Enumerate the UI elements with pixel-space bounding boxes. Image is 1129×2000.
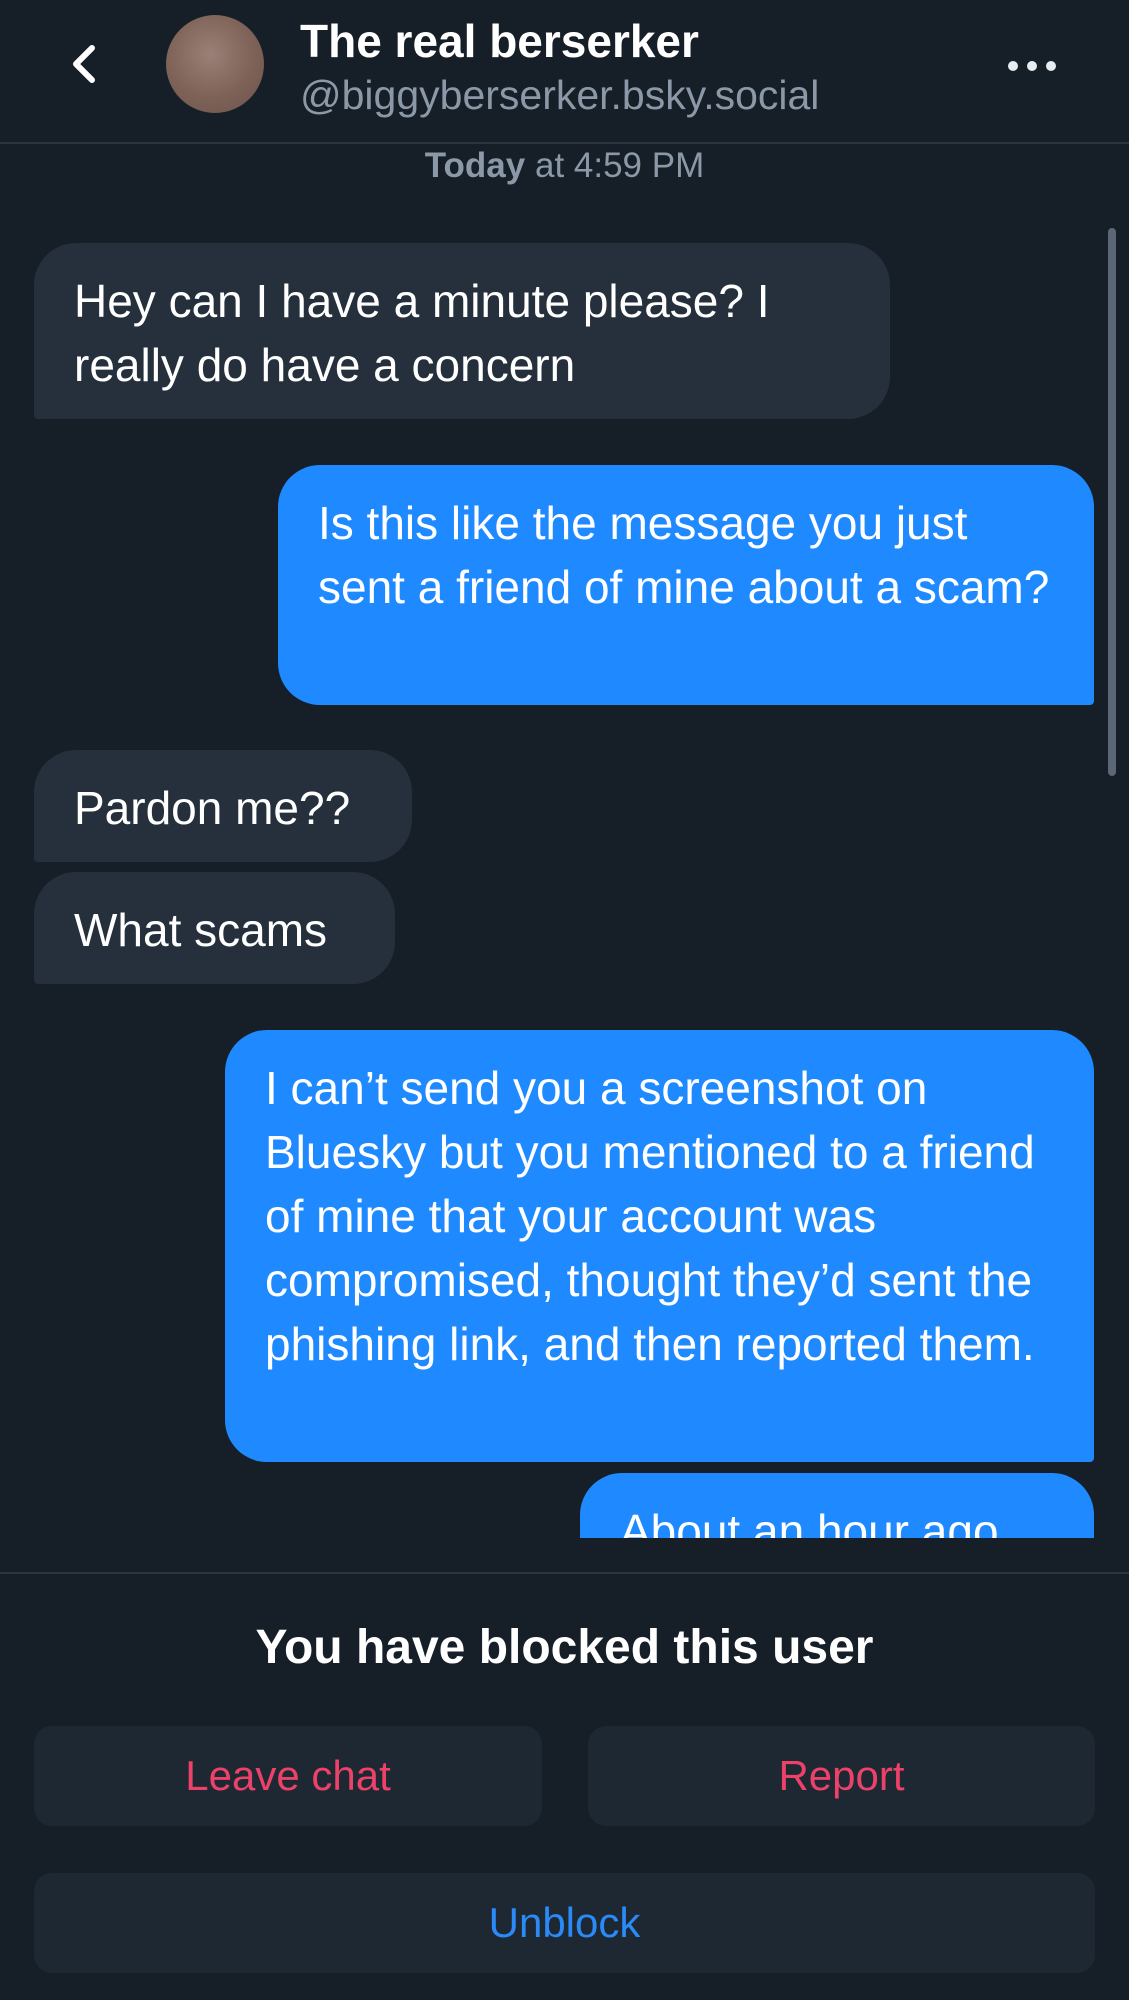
chat-handle[interactable]: @biggyberserker.bsky.social xyxy=(300,72,819,119)
message-bubble-sent[interactable]: I can’t send you a screenshot on Bluesky… xyxy=(225,1030,1094,1462)
avatar[interactable] xyxy=(166,15,264,113)
unblock-button[interactable]: Unblock xyxy=(34,1873,1095,1973)
report-label: Report xyxy=(778,1752,905,1799)
leave-chat-button[interactable]: Leave chat xyxy=(34,1726,542,1826)
leave-chat-label: Leave chat xyxy=(185,1752,391,1799)
message-bubble-received[interactable]: Pardon me?? xyxy=(34,750,412,862)
chat-title[interactable]: The real berserker xyxy=(300,14,699,68)
scrollbar[interactable] xyxy=(1108,228,1116,776)
message-bubble-received[interactable]: Hey can I have a minute please? I really… xyxy=(34,243,890,419)
message-bubble-received[interactable]: What scams xyxy=(34,872,395,984)
divider xyxy=(0,1572,1129,1574)
unblock-label: Unblock xyxy=(488,1899,641,1946)
more-options-button[interactable] xyxy=(1000,46,1064,86)
message-list[interactable]: Hey can I have a minute please? I really… xyxy=(0,176,1129,1538)
more-horizontal-icon xyxy=(1008,61,1018,71)
chevron-left-icon xyxy=(73,45,95,83)
report-button[interactable]: Report xyxy=(588,1726,1095,1826)
message-bubble-sent[interactable]: Is this like the message you just sent a… xyxy=(278,465,1094,705)
message-bubble-sent[interactable]: About an hour ago xyxy=(580,1473,1094,1538)
back-button[interactable] xyxy=(56,36,112,92)
blocked-notice: You have blocked this user xyxy=(255,1621,874,1674)
chat-header: The real berserker @biggyberserker.bsky.… xyxy=(0,0,1129,144)
